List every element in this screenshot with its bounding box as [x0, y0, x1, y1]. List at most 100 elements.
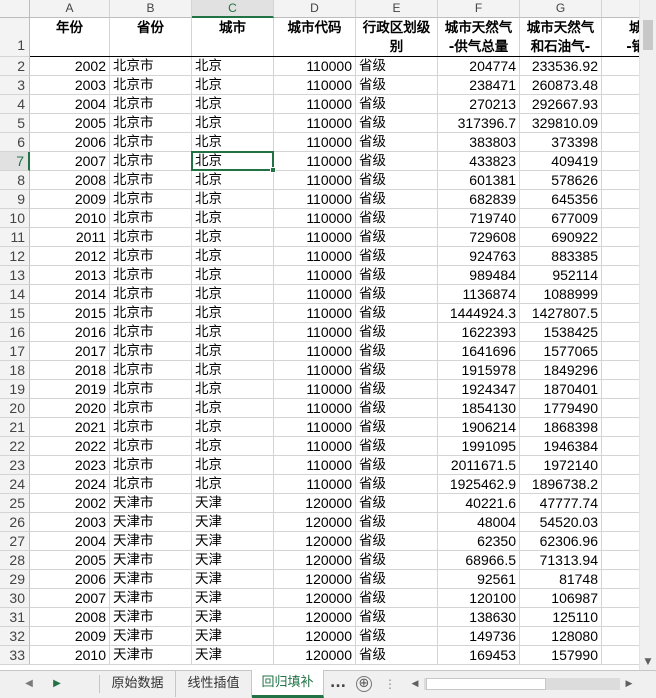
table-cell[interactable]: 110000 [274, 57, 356, 76]
table-cell[interactable]: 260873.48 [520, 76, 602, 95]
table-cell[interactable]: 北京 [192, 57, 274, 76]
table-cell[interactable] [602, 285, 639, 304]
table-cell[interactable]: 北京市 [110, 342, 192, 361]
column-header-a[interactable]: A [30, 0, 110, 18]
table-cell[interactable]: 317396.7 [438, 114, 520, 133]
table-cell[interactable]: 110000 [274, 475, 356, 494]
column-header-e[interactable]: E [356, 0, 438, 18]
table-cell[interactable]: 2002 [30, 57, 110, 76]
table-cell[interactable]: 120000 [274, 570, 356, 589]
column-header-h[interactable]: H [602, 0, 639, 18]
row-header[interactable]: 23 [0, 456, 30, 475]
table-cell[interactable]: 125110 [520, 608, 602, 627]
table-cell[interactable]: 120000 [274, 608, 356, 627]
row-header[interactable]: 33 [0, 646, 30, 665]
table-cell[interactable]: 2014 [30, 285, 110, 304]
table-cell[interactable]: 天津 [192, 608, 274, 627]
splitter-handle[interactable]: ⋮ [384, 674, 396, 694]
table-cell[interactable] [602, 152, 639, 171]
table-cell[interactable]: 2002 [30, 494, 110, 513]
table-cell[interactable]: 110000 [274, 456, 356, 475]
table-cell[interactable]: 1896738.2 [520, 475, 602, 494]
table-cell[interactable]: 110000 [274, 418, 356, 437]
table-cell[interactable]: 北京 [192, 456, 274, 475]
table-cell[interactable] [602, 209, 639, 228]
table-cell[interactable]: 62306.96 [520, 532, 602, 551]
table-cell[interactable]: 省级 [356, 285, 438, 304]
table-cell[interactable] [602, 513, 639, 532]
table-cell[interactable]: 433823 [438, 152, 520, 171]
row-header[interactable]: 6 [0, 133, 30, 152]
column-title-cell[interactable]: 年份 [30, 18, 110, 57]
row-header[interactable]: 24 [0, 475, 30, 494]
row-header[interactable]: 4 [0, 95, 30, 114]
table-cell[interactable]: 292667.93 [520, 95, 602, 114]
table-cell[interactable]: 2005 [30, 114, 110, 133]
table-cell[interactable]: 省级 [356, 475, 438, 494]
table-cell[interactable]: 1538425 [520, 323, 602, 342]
table-cell[interactable]: 110000 [274, 228, 356, 247]
vertical-scroll-thumb[interactable] [643, 20, 653, 50]
table-cell[interactable]: 省级 [356, 76, 438, 95]
table-cell[interactable]: 省级 [356, 304, 438, 323]
spreadsheet-grid[interactable]: ABCDEFGH1年份省份城市城市代码行政区划级别城市天然气-供气总量城市天然气… [0, 0, 639, 670]
table-cell[interactable]: 2024 [30, 475, 110, 494]
table-cell[interactable]: 128080 [520, 627, 602, 646]
table-cell[interactable]: 2015 [30, 304, 110, 323]
scroll-down-arrow-icon[interactable]: ▼ [640, 654, 656, 670]
column-header-g[interactable]: G [520, 0, 602, 18]
table-cell[interactable] [602, 133, 639, 152]
table-cell[interactable]: 省级 [356, 95, 438, 114]
table-cell[interactable]: 北京 [192, 342, 274, 361]
table-cell[interactable]: 71313.94 [520, 551, 602, 570]
table-cell[interactable]: 2009 [30, 627, 110, 646]
row-header-1[interactable]: 1 [0, 18, 30, 57]
table-cell[interactable]: 110000 [274, 247, 356, 266]
table-cell[interactable]: 645356 [520, 190, 602, 209]
table-cell[interactable]: 989484 [438, 266, 520, 285]
table-cell[interactable]: 天津市 [110, 608, 192, 627]
table-cell[interactable]: 天津市 [110, 589, 192, 608]
table-cell[interactable]: 北京 [192, 209, 274, 228]
table-cell[interactable]: 54520.03 [520, 513, 602, 532]
table-cell[interactable]: 2019 [30, 380, 110, 399]
table-cell[interactable]: 北京市 [110, 437, 192, 456]
table-cell[interactable]: 2016 [30, 323, 110, 342]
row-header[interactable]: 12 [0, 247, 30, 266]
table-cell[interactable]: 北京 [192, 418, 274, 437]
table-cell[interactable]: 省级 [356, 437, 438, 456]
table-cell[interactable]: 110000 [274, 266, 356, 285]
table-cell[interactable]: 1849296 [520, 361, 602, 380]
table-cell[interactable]: 883385 [520, 247, 602, 266]
table-cell[interactable]: 5 [602, 114, 639, 133]
table-cell[interactable] [602, 57, 639, 76]
table-cell[interactable]: 天津 [192, 551, 274, 570]
table-cell[interactable]: 719740 [438, 209, 520, 228]
table-cell[interactable] [602, 646, 639, 665]
table-cell[interactable] [602, 266, 639, 285]
table-cell[interactable]: 92561 [438, 570, 520, 589]
column-header-f[interactable]: F [438, 0, 520, 18]
table-cell[interactable]: 北京市 [110, 399, 192, 418]
table-cell[interactable]: 北京市 [110, 76, 192, 95]
table-cell[interactable]: 北京市 [110, 418, 192, 437]
select-all-corner[interactable] [0, 0, 30, 18]
table-cell[interactable]: 1641696 [438, 342, 520, 361]
table-cell[interactable]: 省级 [356, 266, 438, 285]
sheet-tab[interactable]: 线性插值 [176, 671, 252, 697]
row-header[interactable]: 20 [0, 399, 30, 418]
column-title-cell[interactable]: 城市-销售 [602, 18, 639, 57]
table-cell[interactable]: 省级 [356, 608, 438, 627]
table-cell[interactable]: 天津市 [110, 532, 192, 551]
table-cell[interactable]: 北京 [192, 266, 274, 285]
table-cell[interactable]: 1991095 [438, 437, 520, 456]
table-cell[interactable]: 天津 [192, 646, 274, 665]
sheet-tab[interactable]: 原始数据 [100, 671, 176, 697]
table-cell[interactable]: 北京市 [110, 95, 192, 114]
table-cell[interactable]: 40221.6 [438, 494, 520, 513]
table-cell[interactable]: 北京市 [110, 171, 192, 190]
row-header[interactable]: 22 [0, 437, 30, 456]
row-header[interactable]: 3 [0, 76, 30, 95]
table-cell[interactable]: 110000 [274, 380, 356, 399]
row-header[interactable]: 30 [0, 589, 30, 608]
